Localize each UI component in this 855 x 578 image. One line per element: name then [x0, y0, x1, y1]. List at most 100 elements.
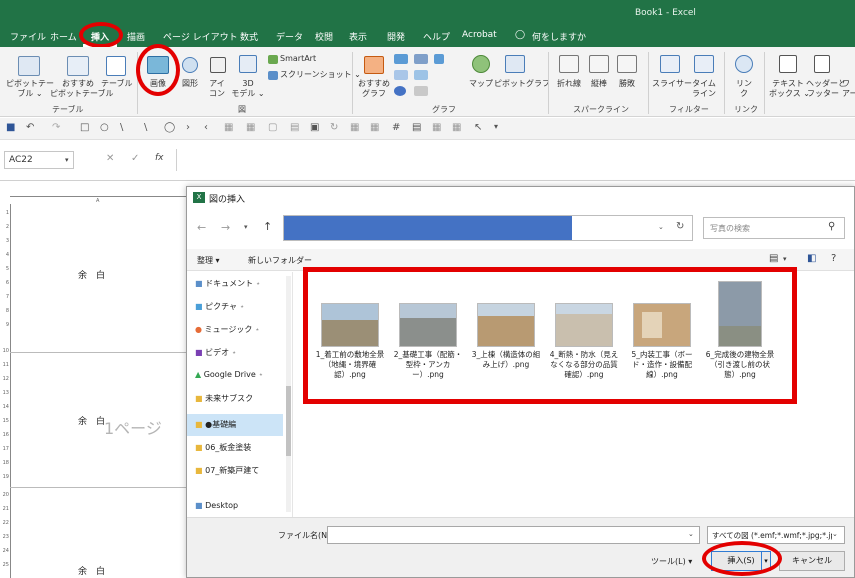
row-number[interactable]: 1 [0, 210, 9, 216]
tab-file[interactable]: ファイル [10, 30, 46, 43]
tab-view[interactable]: 表示 [349, 30, 367, 43]
cancel-formula-icon[interactable]: ✕ [106, 153, 114, 164]
row-number[interactable]: 5 [0, 266, 9, 272]
icons-button[interactable]: アイ コン [205, 79, 229, 99]
recent-locations-icon[interactable]: ▾ [244, 223, 248, 231]
row-number[interactable]: 17 [0, 446, 9, 452]
nav-item-desktop[interactable]: ■ Desktop [195, 501, 238, 511]
name-box[interactable]: AC22 ▾ [4, 151, 74, 169]
filename-input[interactable]: ⌄ [327, 526, 700, 544]
row-number[interactable]: 23 [0, 534, 9, 540]
redo-icon[interactable]: ↷ [52, 122, 60, 133]
up-folder-icon[interactable]: ↑ [263, 220, 272, 233]
tab-formulas[interactable]: 数式 [240, 30, 258, 43]
pie-chart-icon[interactable] [394, 86, 406, 96]
search-icon[interactable]: ⚲ [828, 221, 835, 232]
recommended-chart-button[interactable]: おすすめ グラフ [356, 79, 392, 99]
nav-scroll-thumb[interactable] [286, 386, 291, 456]
help-icon[interactable]: ? [831, 253, 836, 264]
tab-home[interactable]: ホーム [50, 30, 77, 43]
tools-button[interactable]: ツール(L) ▾ [651, 556, 692, 567]
stat-chart-icon[interactable] [414, 70, 428, 80]
line-icon[interactable]: \ [120, 122, 123, 133]
insert-function-icon[interactable]: fx [155, 153, 164, 163]
nav-item-folder[interactable]: ■ 06_板金塗装 [195, 442, 251, 453]
nav-item-folder[interactable]: ■ 07_新築戸建て [195, 465, 259, 476]
formula-input[interactable] [176, 149, 855, 171]
row-number[interactable]: 2 [0, 224, 9, 230]
shape-icon[interactable]: ◯ [164, 122, 175, 133]
row-number[interactable]: 7 [0, 294, 9, 300]
file-item[interactable]: 5_内装工事（ボード・造作・設備配線）.png [625, 303, 699, 380]
select-objects-icon[interactable]: ▢ [268, 122, 277, 133]
oval-icon[interactable]: ○ [100, 122, 109, 133]
search-box[interactable]: 写真の検索 ⚲ [703, 217, 845, 239]
file-item[interactable]: 3_上棟（構造体の組み上げ）.png [469, 303, 543, 370]
forward-icon[interactable]: → [221, 221, 230, 234]
row-number[interactable]: 20 [0, 492, 9, 498]
more-shapes-icon[interactable]: ▦ [452, 122, 461, 133]
nav-item-music[interactable]: ● ミュージック ⋆ [195, 324, 260, 335]
scatter-chart-icon[interactable] [414, 86, 428, 96]
row-number[interactable]: 3 [0, 238, 9, 244]
view-options-icon[interactable]: ▤ [769, 253, 778, 264]
row-number[interactable]: 25 [0, 562, 9, 568]
line-chart-icon[interactable] [394, 70, 408, 80]
row-number[interactable]: 12 [0, 376, 9, 382]
pointer-icon[interactable]: ↖ [474, 122, 482, 133]
bring-front-icon[interactable]: ▦ [350, 122, 359, 133]
smartart-button[interactable]: SmartArt [280, 54, 316, 64]
tab-help[interactable]: ヘルプ [423, 30, 450, 43]
screenshot-button[interactable]: スクリーンショット ⌄ [280, 70, 361, 80]
row-number[interactable]: 21 [0, 506, 9, 512]
preview-pane-icon[interactable]: ◧ [807, 253, 816, 264]
ungroup-icon[interactable]: ▦ [246, 122, 255, 133]
address-dropdown-icon[interactable]: ⌄ [658, 223, 664, 231]
nav-item-folder[interactable]: ■ 未来サブスク [195, 393, 253, 404]
cancel-button[interactable]: キャンセル [779, 551, 845, 571]
row-number[interactable]: 14 [0, 404, 9, 410]
timeline-button[interactable]: タイム ライン [690, 79, 718, 99]
nav-item-google-drive[interactable]: ▲ Google Drive ⋆ [195, 370, 263, 379]
nav-item-videos[interactable]: ■ ビデオ ⋆ [195, 347, 237, 358]
bracket-icon[interactable]: ‹ [204, 122, 208, 133]
tab-acrobat[interactable]: Acrobat [462, 30, 497, 40]
slicer-button[interactable]: スライサー [652, 79, 692, 89]
diagonal-line-icon[interactable]: \ [144, 122, 147, 133]
column-chart-icon[interactable] [394, 54, 408, 64]
flip-icon[interactable]: ▦ [432, 122, 441, 133]
row-number[interactable]: 24 [0, 548, 9, 554]
row-number[interactable]: 19 [0, 474, 9, 480]
file-item[interactable]: 4_断熱・防水（見えなくなる部分の品質確認）.png [547, 303, 621, 380]
row-number[interactable]: 16 [0, 432, 9, 438]
save-icon[interactable]: ■ [6, 122, 15, 133]
tell-me-search[interactable]: 何をしますか [532, 30, 586, 43]
nav-item-pictures[interactable]: ■ ピクチャ ⋆ [195, 301, 245, 312]
back-icon[interactable]: ← [197, 221, 206, 234]
filetype-dropdown-icon[interactable]: ⌄ [832, 530, 838, 538]
rectangle-icon[interactable]: □ [80, 122, 89, 133]
file-item[interactable]: 1_着工前の敷地全景（地縄・境界確認）.png [313, 303, 387, 380]
row-number[interactable]: 10 [0, 348, 9, 354]
crop-icon[interactable]: ▤ [412, 122, 421, 133]
table-button[interactable]: テーブル [101, 79, 133, 89]
row-number[interactable]: 18 [0, 460, 9, 466]
row-number[interactable]: 13 [0, 390, 9, 396]
row-number[interactable]: 9 [0, 322, 9, 328]
nav-item-documents[interactable]: ■ ドキュメント ⋆ [195, 278, 261, 289]
tab-page-layout[interactable]: ページ レイアウト [163, 30, 238, 43]
tab-review[interactable]: 校閲 [315, 30, 333, 43]
group-icon[interactable]: ▦ [224, 122, 233, 133]
shapes-button[interactable]: 図形 [178, 79, 202, 89]
link-button[interactable]: リン ク [733, 79, 755, 99]
camera-icon[interactable]: ▣ [310, 122, 319, 133]
address-bar[interactable]: ⌄ ↻ [283, 215, 693, 241]
row-number[interactable]: 4 [0, 252, 9, 258]
recommended-pivot-button[interactable]: おすすめ ピボットテーブル [50, 79, 114, 99]
undo-icon[interactable]: ↶ [26, 122, 34, 133]
hierarchy-chart-icon[interactable] [414, 54, 428, 64]
file-item[interactable]: 6_完成後の建物全景（引き渡し前の状態）.png [703, 281, 777, 380]
map-chart-button[interactable]: マップ [466, 79, 496, 89]
view-dropdown-icon[interactable]: ▾ [783, 255, 787, 263]
bar-chart-icon[interactable] [434, 54, 444, 64]
